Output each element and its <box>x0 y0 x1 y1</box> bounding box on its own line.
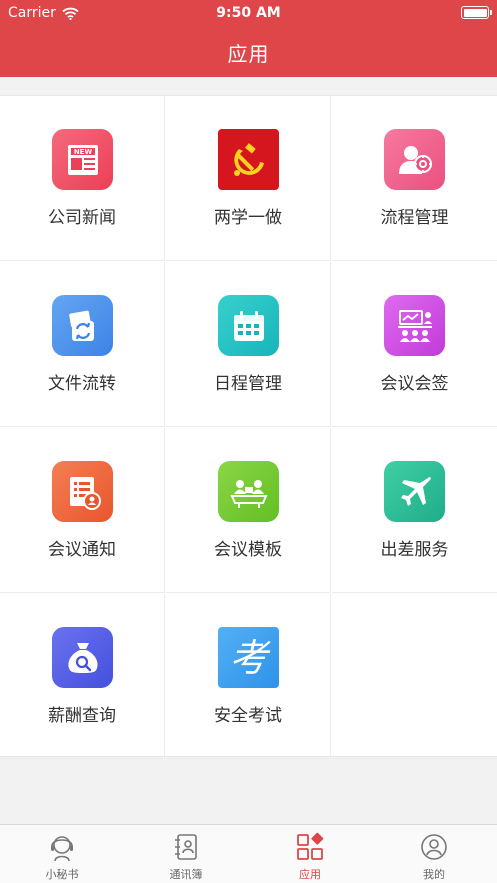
app-workflow[interactable]: 流程管理 <box>332 96 497 261</box>
app-label: 会议通知 <box>48 540 116 560</box>
app-label: 公司新闻 <box>48 208 116 228</box>
app-label: 薪酬查询 <box>48 706 116 726</box>
salary-query-icon <box>52 627 113 688</box>
tab-assistant[interactable]: 小秘书 <box>0 825 124 883</box>
app-label: 两学一做 <box>214 208 282 228</box>
app-header: Carrier 9:50 AM 应用 <box>0 0 497 77</box>
news-badge: NEW <box>73 148 92 156</box>
tab-bar: 小秘书 通讯簿 应用 我的 <box>0 824 497 883</box>
empty-cell <box>332 594 497 759</box>
tab-label: 应用 <box>299 868 321 881</box>
meeting-template-icon <box>218 461 279 522</box>
app-meeting-sign[interactable]: 会议会签 <box>332 262 497 427</box>
news-icon: NEW <box>52 129 113 190</box>
app-salary-query[interactable]: 薪酬查询 <box>0 594 165 759</box>
apps-icon <box>297 832 324 860</box>
app-company-news[interactable]: NEW 公司新闻 <box>0 96 165 261</box>
app-business-trip[interactable]: 出差服务 <box>332 428 497 593</box>
app-meeting-template[interactable]: 会议模板 <box>166 428 331 593</box>
app-meeting-notice[interactable]: 会议通知 <box>0 428 165 593</box>
status-bar: Carrier 9:50 AM <box>0 0 497 26</box>
meeting-notice-icon <box>52 461 113 522</box>
exam-icon: 考 <box>218 627 279 688</box>
app-grid: NEW 公司新闻 两学一做 流程管理 文件流转 日程管理 会议会签 会议通知 会… <box>0 95 497 759</box>
tab-label: 我的 <box>423 868 445 881</box>
profile-icon <box>421 834 447 860</box>
calendar-icon <box>218 295 279 356</box>
assistant-icon <box>51 836 73 862</box>
file-transfer-icon <box>52 295 113 356</box>
app-label: 流程管理 <box>380 208 449 228</box>
tab-apps[interactable]: 应用 <box>248 825 372 883</box>
app-safety-exam[interactable]: 考 安全考试 <box>166 594 331 759</box>
app-two-studies[interactable]: 两学一做 <box>166 96 331 261</box>
app-label: 安全考试 <box>214 706 282 726</box>
tab-label: 通讯簿 <box>169 868 203 881</box>
contacts-icon <box>175 834 197 860</box>
app-label: 会议会签 <box>380 374 449 394</box>
tab-profile[interactable]: 我的 <box>372 825 496 883</box>
app-file-transfer[interactable]: 文件流转 <box>0 262 165 427</box>
app-label: 文件流转 <box>48 374 116 394</box>
app-label: 日程管理 <box>214 374 282 394</box>
tab-contacts[interactable]: 通讯簿 <box>124 825 248 883</box>
party-emblem-icon <box>218 129 279 190</box>
meeting-sign-icon <box>384 295 445 356</box>
airplane-icon <box>384 461 445 522</box>
battery-icon <box>461 6 492 19</box>
exam-glyph: 考 <box>229 635 268 680</box>
app-schedule[interactable]: 日程管理 <box>166 262 331 427</box>
app-label: 会议模板 <box>214 540 282 560</box>
workflow-icon <box>384 129 445 190</box>
tab-label: 小秘书 <box>45 868 79 881</box>
status-time: 9:50 AM <box>216 5 281 21</box>
page-title: 应用 <box>227 42 270 66</box>
app-label: 出差服务 <box>380 540 449 560</box>
